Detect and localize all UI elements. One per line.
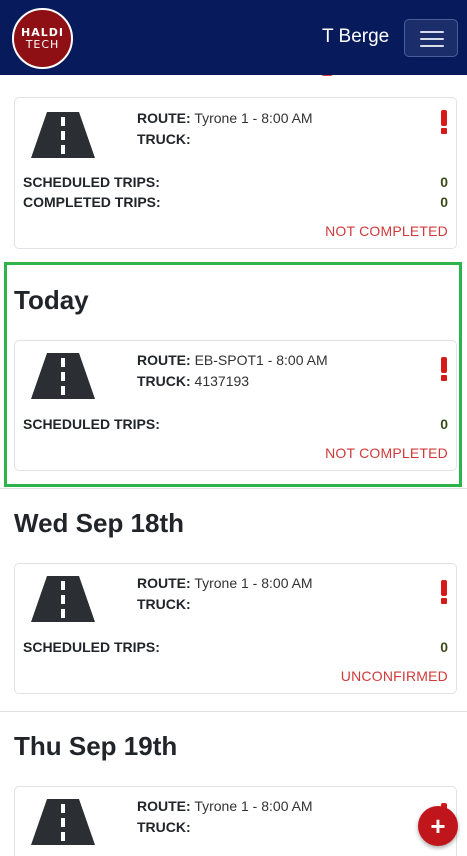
truck-line: TRUCK: xyxy=(137,595,191,613)
brand-logo[interactable]: HALDI TECH xyxy=(12,8,73,69)
truck-value: 4137193 xyxy=(194,373,250,389)
truck-label: TRUCK: xyxy=(137,596,191,612)
route-label: ROUTE: xyxy=(137,798,191,814)
scheduled-trips-count: 0 xyxy=(440,639,448,655)
exclamation-icon xyxy=(440,357,448,381)
route-value: Tyrone 1 - 8:00 AM xyxy=(194,110,313,126)
scheduled-trips-count: 0 xyxy=(440,416,448,432)
route-line: ROUTE: Tyrone 1 - 8:00 AM xyxy=(137,797,313,815)
road-icon xyxy=(31,576,95,622)
route-label: ROUTE: xyxy=(137,575,191,591)
top-navbar: HALDI TECH T Berge xyxy=(0,0,467,75)
road-icon xyxy=(31,112,95,158)
truck-label: TRUCK: xyxy=(137,819,191,835)
scheduled-trips-count: 0 xyxy=(440,174,448,190)
section-title-date: Thu Sep 19th xyxy=(14,731,178,761)
route-card[interactable]: ROUTE: Tyrone 1 - 8:00 AM TRUCK: xyxy=(14,786,457,856)
scheduled-trips-label: SCHEDULED TRIPS: xyxy=(23,174,160,190)
section-title-today: Today xyxy=(14,285,89,315)
truck-line: TRUCK: xyxy=(137,818,191,836)
road-icon xyxy=(31,799,95,845)
logo-text-top: HALDI xyxy=(21,25,64,39)
status-badge: NOT COMPLETED xyxy=(325,445,448,461)
truck-label: TRUCK: xyxy=(137,373,191,389)
route-value: Tyrone 1 - 8:00 AM xyxy=(194,798,313,814)
route-card[interactable]: ROUTE: EB-SPOT1 - 8:00 AM TRUCK: 4137193… xyxy=(14,340,457,471)
hamburger-menu-icon xyxy=(420,31,444,33)
truck-label: TRUCK: xyxy=(137,131,191,147)
route-label: ROUTE: xyxy=(137,352,191,368)
route-line: ROUTE: Tyrone 1 - 8:00 AM xyxy=(137,109,313,127)
page: ROUTE: Tyrone 1 - 8:00 AM TRUCK: SCHEDUL… xyxy=(0,0,467,856)
truck-line: TRUCK: 4137193 xyxy=(137,372,249,390)
exclamation-icon xyxy=(440,110,448,134)
exclamation-icon xyxy=(440,580,448,604)
route-line: ROUTE: Tyrone 1 - 8:00 AM xyxy=(137,574,313,592)
status-badge: UNCONFIRMED xyxy=(340,668,448,684)
plus-icon: + xyxy=(430,811,446,841)
route-label: ROUTE: xyxy=(137,110,191,126)
menu-toggle-button[interactable] xyxy=(404,19,458,57)
section-title-date: Wed Sep 18th xyxy=(14,508,185,538)
user-name[interactable]: T Berge xyxy=(322,26,389,48)
route-card[interactable]: ROUTE: Tyrone 1 - 8:00 AM TRUCK: SCHEDUL… xyxy=(14,97,457,249)
route-card[interactable]: ROUTE: Tyrone 1 - 8:00 AM TRUCK: SCHEDUL… xyxy=(14,563,457,694)
status-badge: NOT COMPLETED xyxy=(325,223,448,239)
completed-trips-count: 0 xyxy=(440,194,448,210)
route-line: ROUTE: EB-SPOT1 - 8:00 AM xyxy=(137,351,328,369)
logo-text-bottom: TECH xyxy=(25,37,60,51)
truck-line: TRUCK: xyxy=(137,130,191,148)
section-divider xyxy=(0,488,467,489)
route-value: Tyrone 1 - 8:00 AM xyxy=(194,575,313,591)
scheduled-trips-label: SCHEDULED TRIPS: xyxy=(23,416,160,432)
scheduled-trips-label: SCHEDULED TRIPS: xyxy=(23,639,160,655)
road-icon xyxy=(31,353,95,399)
completed-trips-label: COMPLETED TRIPS: xyxy=(23,194,161,210)
route-value: EB-SPOT1 - 8:00 AM xyxy=(194,352,328,368)
section-divider xyxy=(0,711,467,712)
add-button[interactable]: + xyxy=(418,806,458,846)
